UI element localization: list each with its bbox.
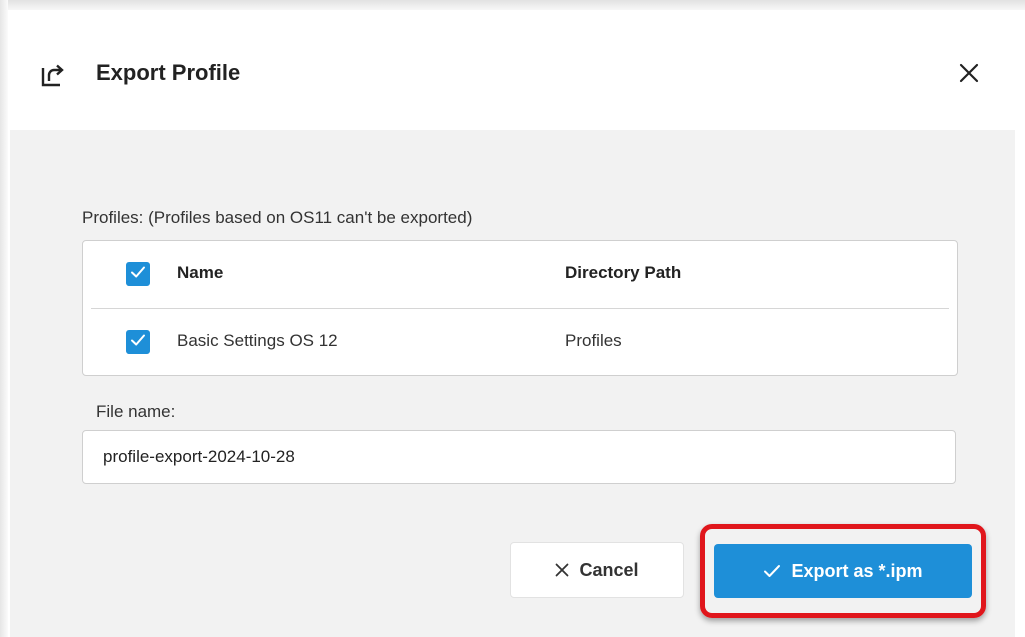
close-icon bbox=[959, 63, 979, 88]
profiles-table: Name Directory Path Basic Settings OS 12… bbox=[82, 240, 958, 376]
column-header-name[interactable]: Name bbox=[177, 263, 223, 283]
export-icon bbox=[40, 62, 66, 88]
row-checkbox[interactable] bbox=[126, 330, 150, 354]
dialog-title: Export Profile bbox=[96, 60, 241, 85]
row-name: Basic Settings OS 12 bbox=[177, 331, 338, 350]
checkmark-icon bbox=[129, 331, 147, 354]
export-profile-dialog: Export Profile Profiles: (Profiles based… bbox=[10, 12, 1015, 637]
close-icon bbox=[555, 563, 569, 577]
frame-edge-top bbox=[0, 0, 1025, 10]
cancel-button[interactable]: Cancel bbox=[510, 542, 684, 598]
dialog-body: Profiles: (Profiles based on OS11 can't … bbox=[10, 130, 1015, 637]
close-button[interactable] bbox=[952, 58, 986, 92]
column-header-directory-path[interactable]: Directory Path bbox=[565, 263, 681, 283]
checkmark-icon bbox=[129, 263, 147, 286]
file-name-input[interactable] bbox=[82, 430, 956, 484]
select-all-checkbox[interactable] bbox=[126, 262, 150, 286]
screenshot-frame: Export Profile Profiles: (Profiles based… bbox=[0, 0, 1025, 637]
table-header-row: Name Directory Path bbox=[91, 241, 949, 309]
frame-edge-left bbox=[0, 0, 8, 637]
export-label: Export as *.ipm bbox=[791, 560, 923, 581]
dialog-header: Export Profile bbox=[10, 12, 1015, 130]
row-directory-path: Profiles bbox=[565, 331, 622, 350]
table-row[interactable]: Basic Settings OS 12 Profiles bbox=[91, 309, 949, 375]
check-icon bbox=[763, 563, 781, 579]
cancel-label: Cancel bbox=[579, 559, 639, 580]
file-name-label: File name: bbox=[96, 402, 176, 421]
export-ipm-button[interactable]: Export as *.ipm bbox=[714, 544, 972, 598]
profiles-label: Profiles: (Profiles based on OS11 can't … bbox=[82, 208, 473, 227]
